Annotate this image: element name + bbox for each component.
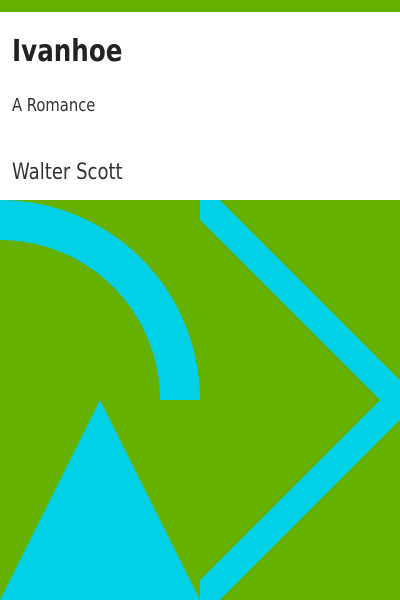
book-title: Ivanhoe — [12, 34, 123, 69]
book-subtitle: A Romance — [12, 95, 96, 116]
cover-artwork — [0, 200, 400, 600]
book-cover: Ivanhoe A Romance Walter Scott — [0, 0, 400, 600]
top-color-bar — [0, 0, 400, 12]
book-author: Walter Scott — [12, 160, 123, 185]
title-panel: Ivanhoe A Romance Walter Scott — [0, 12, 400, 200]
